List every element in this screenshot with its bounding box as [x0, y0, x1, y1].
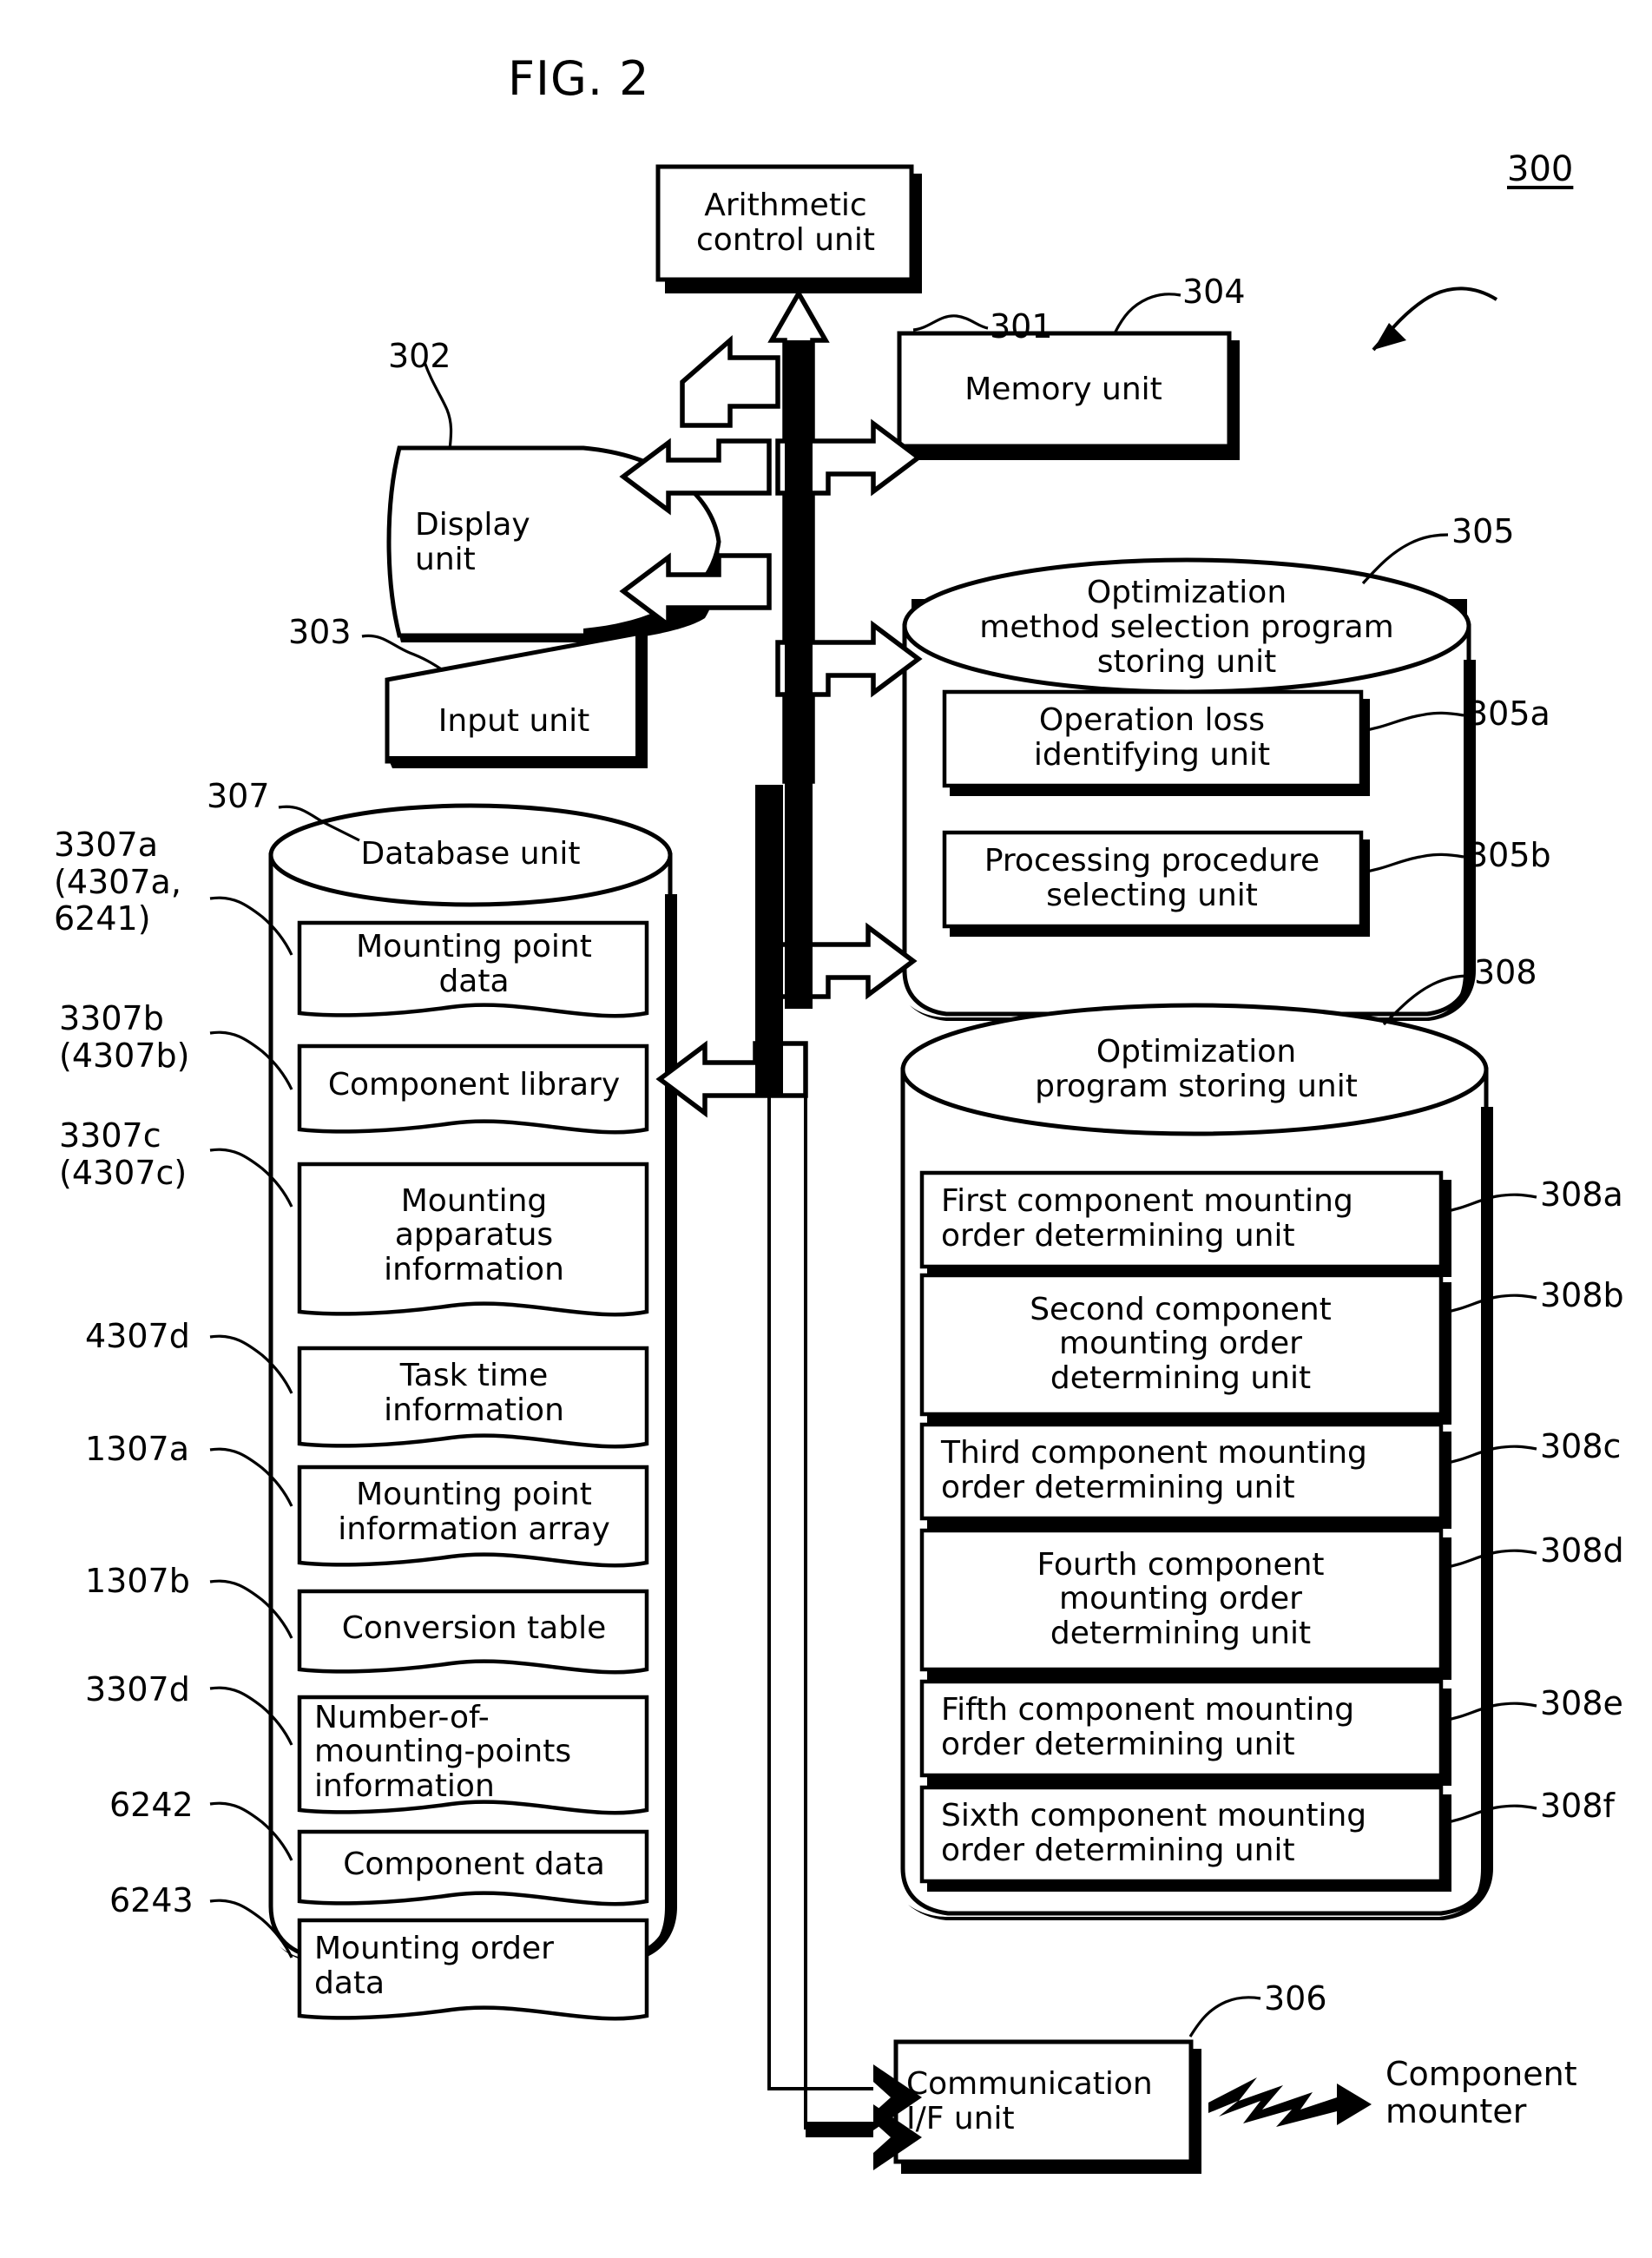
db-item-mounting-point-data-label: Mounting point data	[356, 929, 592, 999]
ref-308d: 308d	[1540, 1531, 1624, 1570]
second-component-mounting-order-unit-label: Second component mounting order determin…	[1030, 1291, 1332, 1396]
ref-308c: 308c	[1540, 1427, 1622, 1465]
ref-6243: 6243	[109, 1881, 194, 1919]
ref-306: 306	[1264, 1979, 1327, 2018]
db-item-conversion-table-label: Conversion table	[341, 1610, 607, 1647]
ref-308: 308	[1474, 953, 1537, 991]
ref-3307b: 3307b (4307b)	[59, 999, 190, 1075]
processing-procedure-selecting-unit-label: Processing procedure selecting unit	[984, 843, 1320, 913]
db-item-component-data-label: Component data	[343, 1847, 605, 1883]
memory-unit-label: Memory unit	[964, 372, 1162, 408]
first-component-mounting-order-unit-label: First component mounting order determini…	[941, 1183, 1353, 1254]
ref-305b: 305b	[1467, 836, 1551, 874]
ref-4307d: 4307d	[85, 1317, 190, 1355]
fifth-component-mounting-order-unit-label: Fifth component mounting order determini…	[941, 1692, 1355, 1762]
display-unit-label: Display unit	[415, 507, 530, 577]
db-item-mounting-order-data-label: Mounting order data	[314, 1931, 554, 2001]
fourth-component-mounting-order-unit-label: Fourth component mounting order determin…	[1037, 1546, 1325, 1651]
ref-1307a: 1307a	[85, 1430, 189, 1468]
db-item-task-time-information-label: Task time information	[384, 1358, 564, 1428]
sixth-component-mounting-order-unit-label: Sixth component mounting order determini…	[941, 1798, 1367, 1868]
database-unit-title: Database unit	[360, 835, 581, 872]
ref-308e: 308e	[1540, 1684, 1623, 1722]
db-item-component-library-label: Component library	[327, 1067, 621, 1103]
db-item-mounting-point-information-array-label: Mounting point information array	[338, 1477, 610, 1547]
ref-3307d: 3307d	[85, 1670, 190, 1708]
optimization-program-storing-unit-title: Optimization program storing unit	[1035, 1033, 1358, 1104]
ref-307: 307	[207, 777, 270, 815]
figure-title: FIG. 2	[508, 51, 650, 106]
communication-if-unit-label: Communication I/F unit	[906, 2066, 1153, 2136]
operation-loss-identifying-unit-label: Operation loss identifying unit	[1033, 702, 1271, 773]
diagram-artwork: .ln { fill:none; stroke:#000; stroke-wid…	[209, 164, 1537, 2174]
arithmetic-control-unit-label: Arithmetic control unit	[696, 188, 875, 258]
ref-3307c: 3307c (4307c)	[59, 1116, 188, 1192]
ref-308a: 308a	[1540, 1175, 1623, 1214]
ref-303: 303	[288, 613, 352, 651]
input-unit-label: Input unit	[438, 703, 590, 740]
db-item-number-of-mounting-points-information-label: Number-of- mounting-points information	[314, 1699, 572, 1804]
ref-308b: 308b	[1540, 1276, 1624, 1314]
ref-308f: 308f	[1540, 1787, 1615, 1825]
ref-305a: 305a	[1467, 695, 1550, 733]
ref-304: 304	[1182, 273, 1246, 311]
ref-305: 305	[1451, 512, 1515, 550]
third-component-mounting-order-unit-label: Third component mounting order determini…	[941, 1435, 1367, 1505]
db-item-mounting-apparatus-information-label: Mounting apparatus information	[384, 1182, 564, 1287]
figure-canvas: .ln { fill:none; stroke:#000; stroke-wid…	[0, 0, 1652, 2258]
component-mounter-label: Component mounter	[1385, 2055, 1577, 2130]
optimization-method-selection-unit-title: Optimization method selection program st…	[979, 574, 1394, 681]
ref-6242: 6242	[109, 1786, 194, 1824]
system-reference-number: 300	[1507, 149, 1574, 189]
ref-302: 302	[388, 337, 451, 375]
ref-3307a: 3307a (4307a, 6241)	[54, 826, 181, 938]
ref-1307b: 1307b	[85, 1562, 190, 1600]
